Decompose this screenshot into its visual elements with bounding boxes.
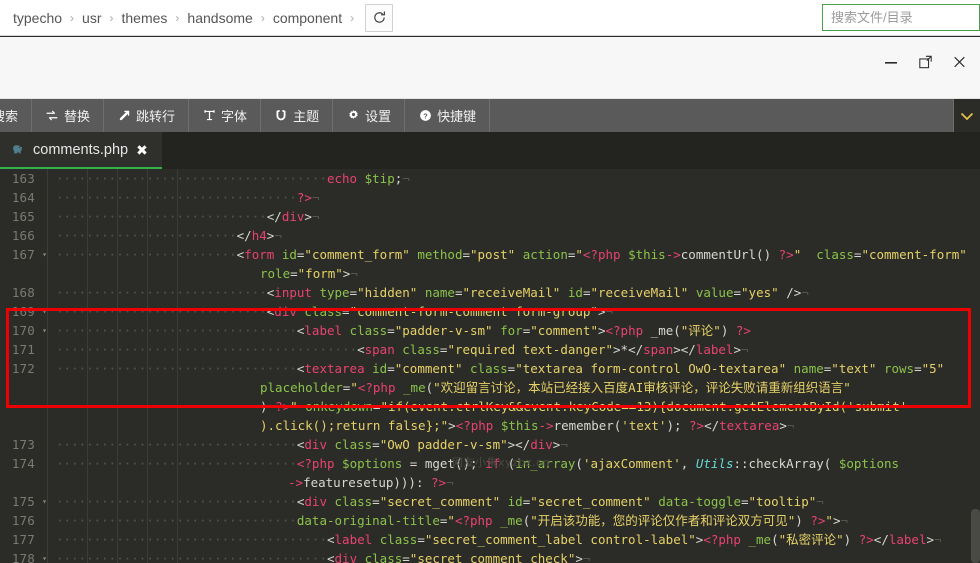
line-number: 165 [11,209,35,224]
toolbar-item-label: 字体 [221,109,248,124]
breadcrumb-item-handsome[interactable]: handsome [180,0,259,36]
breadcrumb-item-themes[interactable]: themes [115,0,175,36]
tab-label: comments.php [33,141,129,158]
toolbar-item-label: 快捷键 [437,109,477,124]
gear-icon [346,109,360,123]
code-text: ························</h4>¬ [56,228,282,243]
svg-text:?: ? [423,111,428,120]
code-text: ->featuresetup))): ?>¬ [288,475,454,490]
toolbar-item-label: 主题 [293,109,320,124]
indent-guide [147,169,148,563]
line-number: 176 [11,513,35,528]
breadcrumb-separator: › [350,10,355,25]
toolbar-item-search[interactable]: 搜索 [0,99,33,132]
toolbar-item-label: 设置 [365,109,392,124]
toolbar-item-label: 替换 [64,109,91,124]
tab-close-icon[interactable]: ✖ [136,143,148,157]
toolbar-item-magnet[interactable]: 主题 [261,99,334,132]
tab-bar: comments.php ✖ [0,132,980,169]
swap-icon [45,109,59,123]
indent-guide [87,169,88,563]
close-icon [953,56,965,68]
window-controls [876,49,974,75]
minimize-button[interactable] [876,49,906,75]
toolbar-item-label: 搜索 [0,109,19,124]
code-text: placeholder="<?php _me("欢迎留言讨论，本站已经接入百度A… [260,380,851,395]
code-text: ····························</div>¬ [56,209,320,224]
line-number: 168 [11,285,35,300]
line-number: 173 [11,437,35,452]
toolbar-spacer [490,99,954,132]
maximize-button[interactable] [910,49,940,75]
code-text: ································data-ori… [56,513,848,528]
code-text: ························<form id="commen… [56,247,967,262]
line-number: 172 [11,361,35,376]
code-text: ····························<input type=… [56,285,809,300]
breadcrumb-bar: typecho › usr › themes › handsome › component › [0,0,980,36]
code-text: ····································echo… [56,171,410,186]
line-number: 177 [11,532,35,547]
tab-comments-php[interactable]: comments.php ✖ [0,132,162,169]
line-number: 163 [11,171,35,186]
refresh-icon [373,11,385,23]
code-text: ····································<div… [56,551,591,563]
search-box [822,4,980,31]
php-elephant-icon [13,145,23,154]
line-number: 164 [11,190,35,205]
line-number: 167 [11,247,35,262]
toolbar-overflow-button[interactable] [954,99,980,132]
line-number: 166 [11,228,35,243]
breadcrumb-item-component[interactable]: component [266,0,349,36]
code-text: ····························<div class="… [56,304,613,319]
close-button[interactable] [944,49,974,75]
toolbar-item-swap[interactable]: 替换 [32,99,105,132]
code-text: ).click();return false};"><?php $this->r… [260,418,795,433]
toolbar-item-arrow-jump[interactable]: 跳转行 [104,99,190,132]
window-title-strip [0,37,980,99]
line-number: 175 [11,494,35,509]
breadcrumb: typecho › usr › themes › handsome › component › [0,0,355,36]
breadcrumb-item-usr[interactable]: usr [75,0,108,36]
maximize-icon [918,55,932,69]
editor-toolbar: 搜索 替换 跳转行 字体 主题 设置? 快捷键 [0,99,980,132]
code-text: ································<textare… [56,361,945,376]
line-number: 170 [11,323,35,338]
breadcrumb-item-typecho[interactable]: typecho [6,0,69,36]
code-text: ································<div cla… [56,494,824,509]
magnet-icon [274,109,288,123]
indent-guide [177,169,178,563]
gutter-divider [47,169,48,563]
chevron-down-icon [960,112,974,120]
code-text: ································<label c… [56,323,751,338]
code-text: ········································… [56,342,749,357]
question-icon: ? [418,109,432,123]
code-text: ································<div cla… [56,437,568,452]
vertical-scrollbar[interactable] [971,509,980,563]
line-number: 171 [11,342,35,357]
line-number: 169 [11,304,35,319]
code-text: ····································<lab… [56,532,942,547]
code-editor[interactable]: 163 ····································e… [0,169,980,563]
indent-guide [117,169,118,563]
code-text: ································?>¬ [56,190,320,205]
line-number: 174 [11,456,35,471]
minimize-icon [885,62,897,64]
code-text: role="form">¬ [260,266,358,281]
text-format-icon [202,109,216,123]
toolbar-item-gear[interactable]: 设置 [333,99,406,132]
toolbar-item-text-format[interactable]: 字体 [189,99,262,132]
arrow-jump-icon [117,109,131,123]
search-input[interactable] [822,4,980,31]
toolbar-item-question[interactable]: ? 快捷键 [405,99,491,132]
line-number: 178 [11,551,35,563]
toolbar-item-label: 跳转行 [136,109,176,124]
refresh-button[interactable] [365,3,394,32]
